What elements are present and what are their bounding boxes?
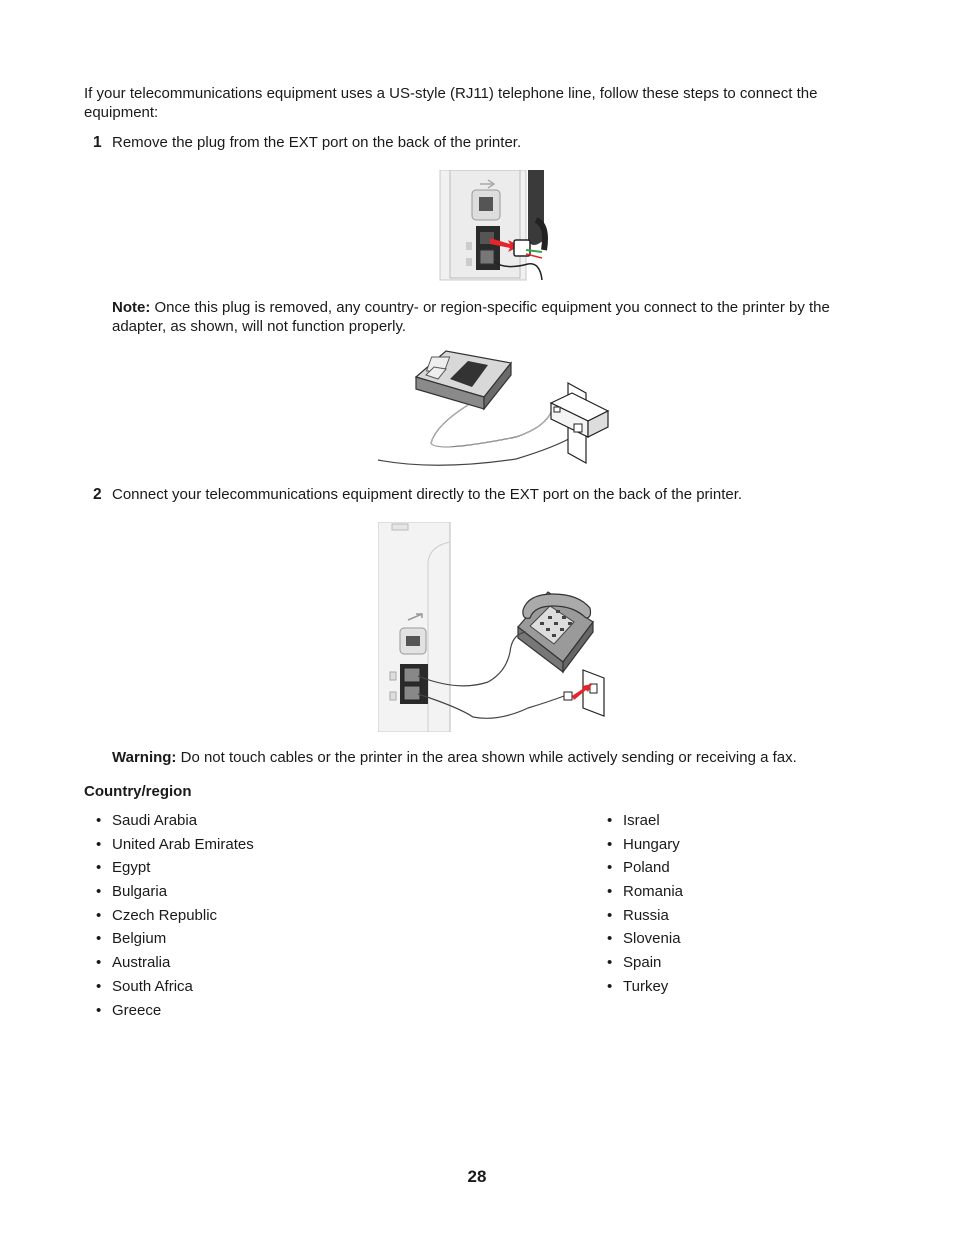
list-item: • Israel [607,812,683,836]
country-name: Australia [112,954,171,972]
bullet-icon: • [96,954,102,972]
step-number: 1 [93,134,102,151]
country-name: Romania [623,883,684,901]
list-item: • Australia [96,954,254,978]
country-region-heading: Country/region [84,783,192,800]
step-1: 1 Remove the plug from the EXT port on t… [93,134,893,153]
list-item: • Egypt [96,859,254,883]
list-item: • Bulgaria [96,883,254,907]
country-list-right: • Israel • Hungary • Poland • Romania • Russi… [607,812,683,1002]
country-name: Belgium [112,930,167,948]
bullet-icon: • [96,906,102,924]
list-item: • Spain [607,954,683,978]
country-name: Poland [623,859,670,877]
bullet-icon: • [607,930,613,948]
list-item: • Hungary [607,836,683,860]
list-item: • Russia [607,907,683,931]
warning-text: Do not touch cables or the printer in th… [176,749,797,766]
bullet-icon: • [607,883,613,901]
warning-paragraph: Warning: Do not touch cables or the prin… [112,749,882,768]
bullet-icon: • [607,906,613,924]
figure-adapter-connection [376,345,611,470]
list-item: • United Arab Emirates [96,836,254,860]
country-name: United Arab Emirates [112,835,254,853]
list-item: • Czech Republic [96,907,254,931]
bullet-icon: • [96,977,102,995]
list-item: • Slovenia [607,930,683,954]
note-label: Note: [112,299,151,316]
list-item: • Saudi Arabia [96,812,254,836]
country-name: Czech Republic [112,906,218,924]
bullet-icon: • [96,1001,102,1019]
list-item: • Belgium [96,930,254,954]
list-item: • Romania [607,883,683,907]
list-item: • Poland [607,859,683,883]
figure-remove-plug [436,170,548,282]
list-item: • South Africa [96,978,254,1002]
country-name: Russia [623,906,669,924]
bullet-icon: • [96,812,102,829]
country-name: Israel [623,812,660,829]
step-text: Connect your telecommunications equipmen… [112,486,743,503]
country-name: Saudi Arabia [112,812,198,829]
bullet-icon: • [607,812,613,829]
country-name: Bulgaria [112,883,168,901]
bullet-icon: • [607,859,613,877]
bullet-icon: • [96,859,102,877]
list-item: • Turkey [607,978,683,1002]
bullet-icon: • [96,930,102,948]
note-text: Once this plug is removed, any country- … [112,299,830,335]
step-2: 2 Connect your telecommunications equipm… [93,486,893,505]
country-name: Turkey [623,977,669,995]
intro-paragraph: If your telecommunications equipment use… [84,85,818,121]
country-name: Hungary [623,835,680,853]
country-name: Greece [112,1001,162,1019]
bullet-icon: • [607,977,613,995]
bullet-icon: • [96,835,102,853]
bullet-icon: • [607,835,613,853]
step-number: 2 [93,486,102,503]
list-item: • Greece [96,1002,254,1026]
country-name: Spain [623,954,662,972]
note-paragraph: Note: Once this plug is removed, any cou… [112,299,882,336]
bullet-icon: • [607,954,613,972]
figure-telephone-connection [378,522,608,732]
country-name: Slovenia [623,930,681,948]
bullet-icon: • [96,883,102,901]
step-text: Remove the plug from the EXT port on the… [112,134,522,151]
country-name: Egypt [112,859,151,877]
warning-label: Warning: [112,749,177,766]
page-number: 28 [467,1167,487,1186]
country-list-left: • Saudi Arabia • United Arab Emirates • Egy… [96,812,254,1025]
country-name: South Africa [112,977,193,995]
